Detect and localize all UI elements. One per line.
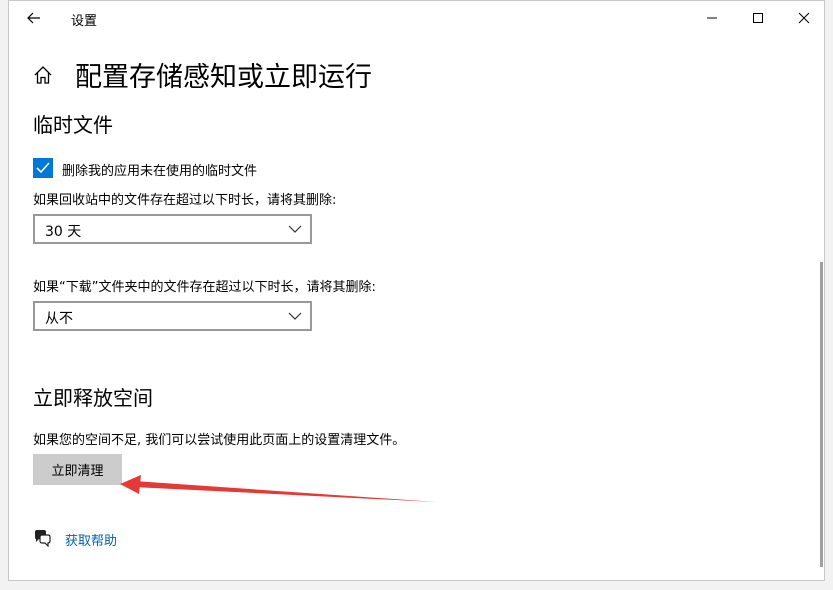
page-title: 配置存储感知或立即运行 bbox=[75, 62, 372, 93]
minimize-button[interactable] bbox=[689, 5, 735, 31]
chevron-down-icon bbox=[288, 225, 302, 233]
minimize-icon bbox=[707, 17, 717, 19]
delete-temp-files-label: 删除我的应用未在使用的临时文件 bbox=[62, 164, 258, 179]
delete-temp-files-checkbox[interactable] bbox=[33, 158, 53, 178]
title-bar: 设置 bbox=[9, 1, 824, 35]
help-chat-icon bbox=[35, 530, 51, 547]
get-help-link[interactable]: 获取帮助 bbox=[65, 530, 117, 549]
recycle-bin-duration-dropdown[interactable]: 30 天 bbox=[33, 214, 312, 244]
window-title: 设置 bbox=[71, 14, 98, 29]
back-arrow-icon bbox=[27, 12, 40, 24]
close-button[interactable] bbox=[781, 5, 827, 31]
checkmark-icon bbox=[36, 162, 50, 174]
clean-now-button[interactable]: 立即清理 bbox=[33, 454, 122, 485]
chevron-down-icon bbox=[288, 312, 302, 320]
home-icon[interactable] bbox=[32, 64, 54, 86]
back-button[interactable] bbox=[23, 8, 45, 28]
downloads-duration-value: 从不 bbox=[45, 311, 73, 327]
settings-window: 设置 配置存储感知或立即运行 临时文件 删除我的应用未在使用的临时文件 如果回收… bbox=[8, 0, 825, 581]
temp-files-heading: 临时文件 bbox=[33, 113, 113, 137]
scrollbar[interactable] bbox=[820, 262, 823, 567]
downloads-label: 如果“下载”文件夹中的文件存在超过以下时长，请将其删除: bbox=[33, 280, 376, 295]
free-space-heading: 立即释放空间 bbox=[33, 386, 153, 410]
maximize-icon bbox=[753, 13, 763, 23]
free-space-description: 如果您的空间不足, 我们可以尝试使用此页面上的设置清理文件。 bbox=[33, 433, 406, 448]
recycle-bin-duration-value: 30 天 bbox=[45, 224, 82, 240]
close-icon bbox=[798, 12, 810, 24]
downloads-duration-dropdown[interactable]: 从不 bbox=[33, 301, 312, 331]
recycle-bin-label: 如果回收站中的文件存在超过以下时长，请将其删除: bbox=[33, 193, 337, 208]
maximize-button[interactable] bbox=[735, 5, 781, 31]
